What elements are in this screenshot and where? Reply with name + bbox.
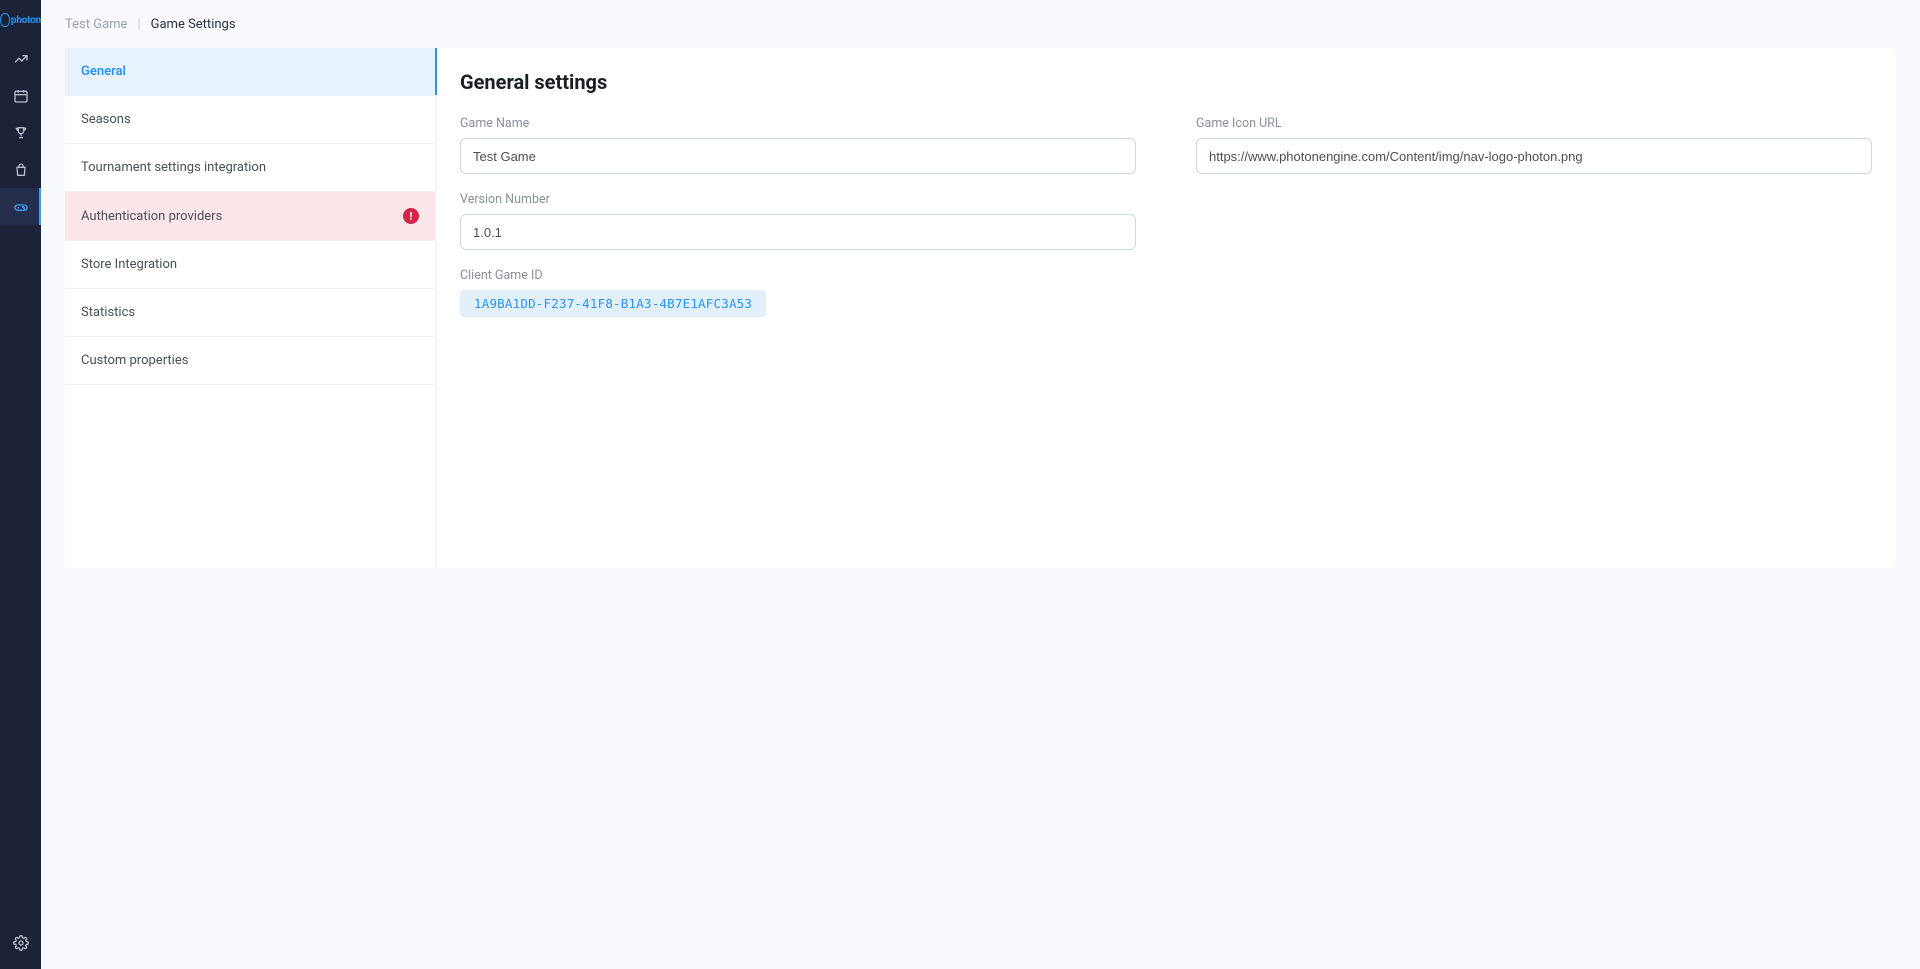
tab-label: Custom properties	[81, 353, 188, 368]
tab-store-integration[interactable]: Store Integration	[65, 241, 435, 289]
error-icon: !	[403, 208, 419, 224]
nav-store[interactable]	[0, 151, 41, 188]
logo-text: photon	[11, 15, 41, 26]
nav-dashboard[interactable]	[0, 40, 41, 77]
tab-label: Store Integration	[81, 257, 177, 272]
version-label: Version Number	[460, 192, 1136, 207]
trophy-icon	[13, 125, 29, 141]
game-name-input[interactable]	[460, 138, 1136, 174]
tab-label: Authentication providers	[81, 209, 222, 224]
tab-label: Statistics	[81, 305, 135, 320]
tab-label: Tournament settings integration	[81, 160, 266, 175]
tab-general[interactable]: General	[65, 48, 435, 96]
breadcrumb-parent[interactable]: Test Game	[65, 17, 127, 32]
calendar-icon	[13, 88, 29, 104]
tab-label: General	[81, 64, 126, 79]
bag-icon	[13, 162, 29, 178]
breadcrumb-current: Game Settings	[151, 17, 236, 32]
game-icon-input[interactable]	[1196, 138, 1872, 174]
breadcrumb: Test Game | Game Settings	[65, 0, 1896, 48]
client-id-label: Client Game ID	[460, 268, 1136, 283]
version-input[interactable]	[460, 214, 1136, 250]
gear-icon	[13, 935, 29, 951]
panel-heading: General settings	[460, 70, 1872, 94]
nav-game-settings[interactable]	[0, 188, 41, 225]
tab-label: Seasons	[81, 112, 131, 127]
tab-custom-properties[interactable]: Custom properties	[65, 337, 435, 385]
game-icon-label: Game Icon URL	[1196, 116, 1872, 131]
client-id-value[interactable]: 1A9BA1DD-F237-41F8-B1A3-4B7E1AFC3A53	[460, 290, 766, 317]
global-sidebar: photon	[0, 0, 41, 969]
tab-authentication-providers[interactable]: Authentication providers !	[65, 192, 435, 241]
settings-tabs: General Seasons Tournament settings inte…	[65, 48, 435, 568]
nav-tournaments[interactable]	[0, 114, 41, 151]
logo[interactable]: photon	[0, 0, 41, 40]
settings-panel: General settings Game Name Version Numbe…	[435, 48, 1896, 568]
nav-settings[interactable]	[13, 924, 29, 961]
tab-statistics[interactable]: Statistics	[65, 289, 435, 337]
tab-tournament-settings-integration[interactable]: Tournament settings integration	[65, 144, 435, 192]
logo-icon	[0, 13, 10, 27]
gamepad-icon	[13, 199, 29, 215]
game-name-label: Game Name	[460, 116, 1136, 131]
trend-icon	[13, 51, 29, 67]
tab-seasons[interactable]: Seasons	[65, 96, 435, 144]
nav-calendar[interactable]	[0, 77, 41, 114]
breadcrumb-sep: |	[137, 17, 140, 32]
